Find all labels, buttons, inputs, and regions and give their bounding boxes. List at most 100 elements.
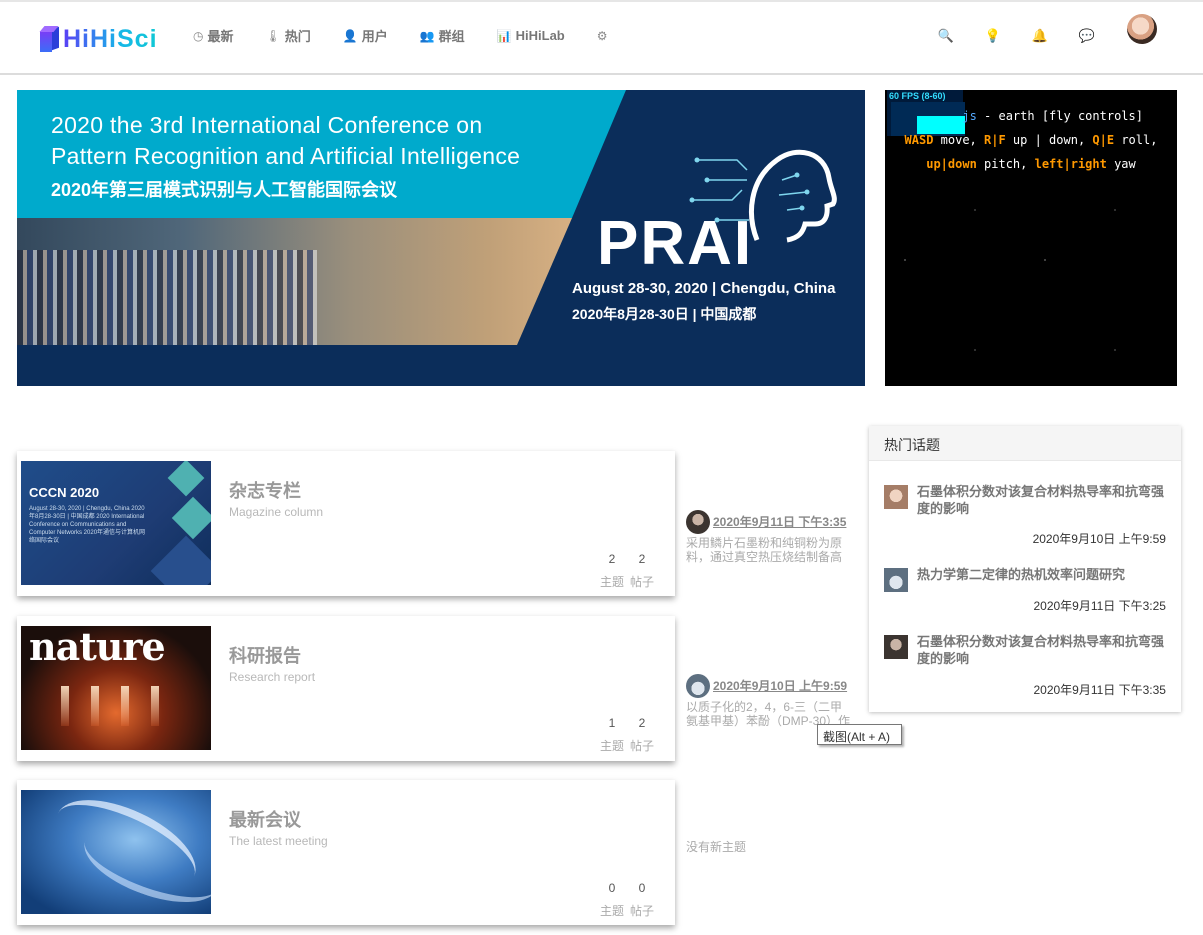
deco-square [171,496,211,540]
no-new-topics: 没有新主题 [686,840,747,854]
avatar[interactable] [884,485,908,509]
nav-users-label: 用户 [361,29,388,44]
posts-value: 0 [638,881,646,895]
nav-latest[interactable]: ◷ 最新 [193,26,234,45]
hot-topic-time: 2020年9月11日 下午3:35 [1033,683,1166,697]
light-beam [121,686,129,726]
banner-title-cn: 2020年第三届模式识别与人工智能国际会议 [51,180,398,200]
banner-title: 2020 the 3rd International Conference on… [51,110,520,172]
info-roll: roll, [1114,133,1158,147]
latest-post-time[interactable]: 2020年9月10日 上午9:59 [713,679,847,693]
posts-count: 2 帖子 [627,716,657,754]
latest-post-magazine[interactable]: 2020年9月11日 下午3:35 采用鳞片石墨粉和纯铜粉为原料，通过真空热压烧… [686,510,851,564]
posts-count: 0 帖子 [627,881,657,919]
hot-topic-time: 2020年9月11日 下午3:25 [1033,599,1166,613]
hot-topics-title: 热门话题 [869,426,1181,461]
avatar[interactable] [686,674,710,698]
topics-label: 主题 [599,575,624,589]
threejs-link[interactable]: js [962,109,976,123]
category-card-magazine[interactable]: CCCN 2020 August 28-30, 2020 | Chengdu, … [17,451,675,596]
bell-icon[interactable]: 🔔 [1028,24,1052,48]
nav-popular[interactable]: 🌡 热门 [266,26,311,45]
light-beam [61,686,69,726]
category-subtitle: Research report [229,670,316,684]
hot-topic-time: 2020年9月10日 上午9:59 [1032,532,1166,546]
avatar[interactable] [686,510,710,534]
nav-latest-label: 最新 [207,29,234,44]
banner-date-cn: 2020年8月28-30日 | 中国成都 [572,306,757,322]
latest-post-time[interactable]: 2020年9月11日 下午3:35 [713,515,846,529]
controls-info: three.js - earth [fly controls] WASD mov… [885,104,1177,176]
banner-acronym: PRAI [597,209,754,278]
nav-users[interactable]: 👤 用户 [343,26,388,45]
hot-topic-title[interactable]: 热力学第二定律的热机效率问题研究 [917,566,1167,583]
category-subtitle: Magazine column [229,505,324,519]
topics-label: 主题 [599,904,624,918]
chat-icon[interactable]: 💬 [1075,24,1099,48]
gears-icon: ⚙ [596,28,608,43]
light-beam [91,686,99,726]
topics-count: 0 主题 [597,881,627,919]
topics-value: 0 [608,881,616,895]
image-subtitle: August 28-30, 2020 | Chengdu, China 2020… [29,506,146,544]
nav-groups[interactable]: 👥 群组 [420,26,465,45]
info-move: move, [933,133,985,147]
site-logo[interactable]: HiHiSci [39,24,158,54]
avatar[interactable] [884,568,908,592]
avatar[interactable] [884,635,908,659]
category-image-meeting[interactable] [21,790,211,914]
posts-value: 2 [638,552,646,566]
nav-hihilab[interactable]: 📊 HiHiLab [497,28,565,43]
category-subtitle: The latest meeting [229,834,328,848]
info-yaw: yaw [1106,157,1136,171]
topics-count: 1 主题 [597,716,627,754]
hot-topic-title[interactable]: 石墨体积分数对该复合材料热导率和抗弯强度的影响 [917,483,1167,517]
banner-title-line2: Pattern Recognition and Artificial Intel… [51,143,521,169]
category-name[interactable]: 杂志专栏 [229,477,301,503]
latest-post-research[interactable]: 2020年9月10日 上午9:59 以质子化的2，4，6-三（二甲氨基甲基）苯酚… [686,674,851,728]
fps-label: 60 FPS (8-60) [889,91,946,101]
info-line1: - earth [fly controls] [976,109,1143,123]
info-pitch: pitch, [976,157,1035,171]
category-image-research[interactable]: nature [21,626,211,750]
nature-logo: nature [29,626,166,669]
nav-admin[interactable]: ⚙ [597,29,612,43]
bar-chart-icon: 📊 [496,28,512,43]
hot-topic-title[interactable]: 石墨体积分数对该复合材料热导率和抗弯强度的影响 [917,633,1167,667]
earth-3d-canvas[interactable]: 60 FPS (8-60) three.js - earth [fly cont… [885,90,1177,386]
banner-title-line1: 2020 the 3rd International Conference on [51,112,483,138]
user-avatar[interactable] [1127,14,1157,44]
category-image-magazine[interactable]: CCCN 2020 August 28-30, 2020 | Chengdu, … [21,461,211,585]
deco-square [167,461,205,497]
top-navbar: HiHiSci ◷ 最新 🌡 热门 👤 用户 👥 群组 📊 HiHiLab ⚙ … [0,0,1203,75]
banner-crowd-photo [17,250,317,345]
conference-banner[interactable]: 2020 the 3rd International Conference on… [17,90,865,386]
key-leftright: left|right [1034,157,1107,171]
light-beam [151,686,159,726]
key-wasd: WASD [904,133,934,147]
search-icon[interactable]: 🔍 [934,24,958,48]
key-rf: R|F [984,133,1006,147]
key-updown: up|down [926,157,977,171]
latest-post-excerpt: 采用鳞片石墨粉和纯铜粉为原料，通过真空热压烧结制备高 [686,536,843,564]
cube-logo-icon [39,26,59,52]
category-name[interactable]: 科研报告 [229,642,301,668]
lightbulb-icon[interactable]: 💡 [981,24,1005,48]
topics-value: 2 [608,552,616,566]
logo-text: HiHiSci [63,24,158,53]
banner-date: August 28-30, 2020 | Chengdu, China [572,280,836,297]
nav-groups-label: 群组 [438,29,465,44]
image-title: CCCN 2020 [29,485,100,500]
category-card-meeting[interactable]: 最新会议 The latest meeting 0 主题 0 帖子 [17,780,675,925]
users-icon: 👥 [419,28,435,43]
topics-label: 主题 [599,739,624,753]
key-qe: Q|E [1092,133,1115,147]
category-name[interactable]: 最新会议 [229,806,301,832]
posts-count: 2 帖子 [627,552,657,590]
category-card-research[interactable]: nature 科研报告 Research report 1 主题 2 帖子 [17,616,675,761]
posts-label: 帖子 [629,575,654,589]
nav-hihilab-label: HiHiLab [515,28,565,43]
posts-value: 2 [638,716,646,730]
main-nav: ◷ 最新 🌡 热门 👤 用户 👥 群组 📊 HiHiLab ⚙ [193,26,612,45]
info-updown: up | down, [1005,133,1093,147]
